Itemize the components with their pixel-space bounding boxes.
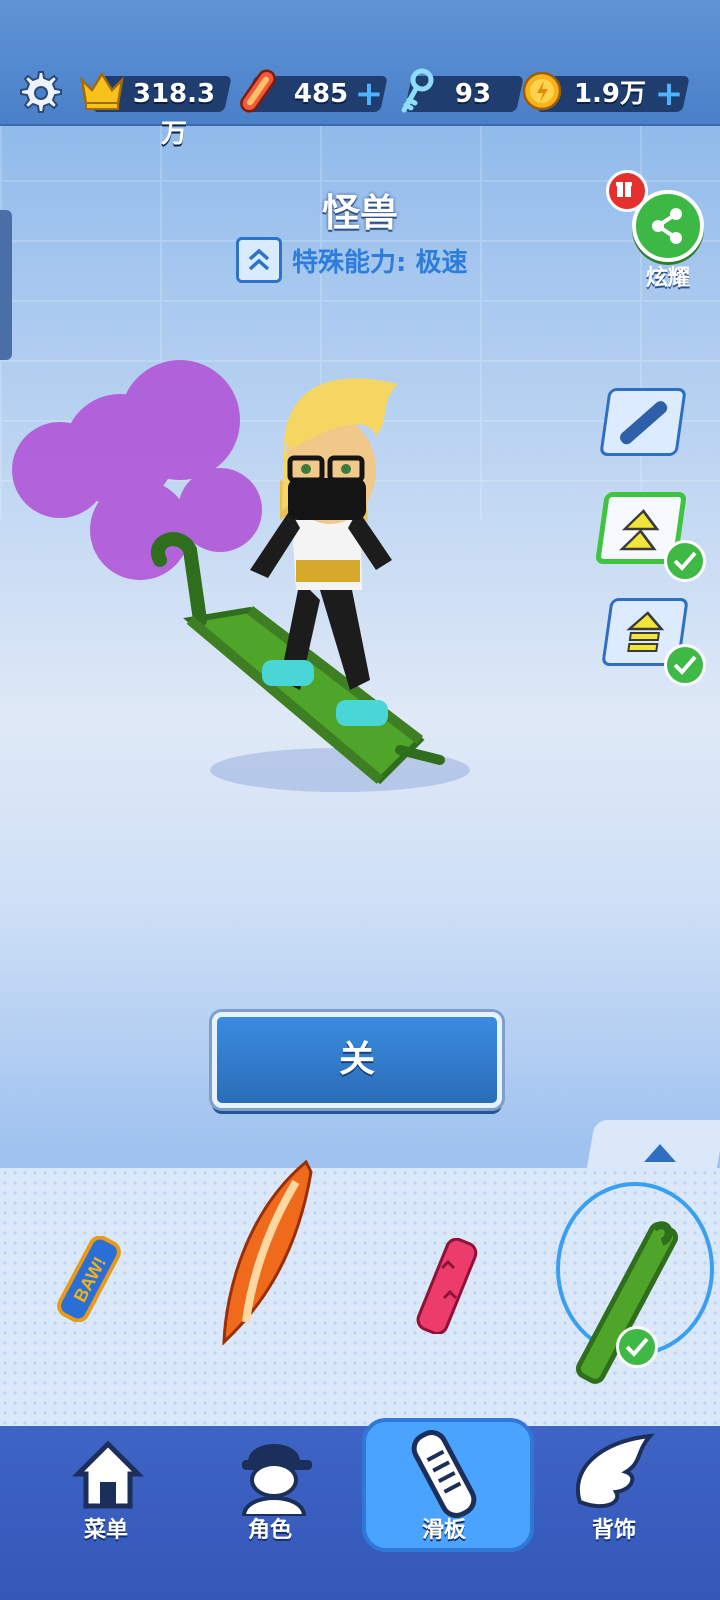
board-option-flame-surf[interactable]	[216, 1152, 326, 1352]
character-icon	[241, 1444, 312, 1516]
ability-text: 特殊能力: 极速	[292, 247, 468, 278]
coin-icon	[522, 71, 562, 111]
add-boards-button[interactable]: +	[354, 76, 384, 112]
nav-label-character: 角色	[247, 1518, 292, 1543]
key-icon	[401, 68, 434, 113]
board-option-palm[interactable]	[404, 1237, 488, 1335]
boards-value: 485	[293, 79, 349, 109]
share-icon	[652, 208, 682, 244]
nav-label-backpack: 背饰	[591, 1518, 636, 1543]
board-option-monster[interactable]	[574, 1218, 684, 1408]
home-icon	[71, 1440, 145, 1509]
toggle-off-button[interactable]: 关	[212, 1012, 502, 1108]
board-option-baw[interactable]: BAW!	[46, 1235, 132, 1323]
hoverboard-currency-icon	[240, 69, 276, 113]
speed-chevron-icon	[236, 237, 282, 283]
keys-value: 93	[454, 79, 492, 109]
nav-label-menu: 菜单	[83, 1518, 128, 1543]
hoverboard-icon	[411, 1430, 477, 1518]
selected-check-icon	[616, 1326, 658, 1368]
baw-board-icon: BAW!	[57, 1235, 121, 1323]
character-on-board-illustration	[12, 360, 470, 792]
palm-board-icon	[416, 1237, 478, 1335]
coins-value: 1.9万	[573, 79, 647, 109]
add-coins-button[interactable]: +	[654, 76, 684, 112]
score-value: 318.3万	[132, 79, 216, 149]
crown-icon	[80, 71, 124, 110]
nav-label-hoverboard: 滑板	[421, 1518, 466, 1543]
ability-row: 特殊能力: 极速	[236, 237, 468, 283]
wings-icon	[575, 1433, 655, 1509]
monster-board-icon	[575, 1221, 679, 1384]
gift-icon[interactable]	[606, 170, 648, 212]
expand-up-arrow-icon[interactable]	[640, 1140, 680, 1166]
share-label: 炫耀	[645, 266, 690, 291]
settings-gear-icon[interactable]	[14, 68, 64, 118]
flame-surfboard-icon	[222, 1159, 313, 1346]
